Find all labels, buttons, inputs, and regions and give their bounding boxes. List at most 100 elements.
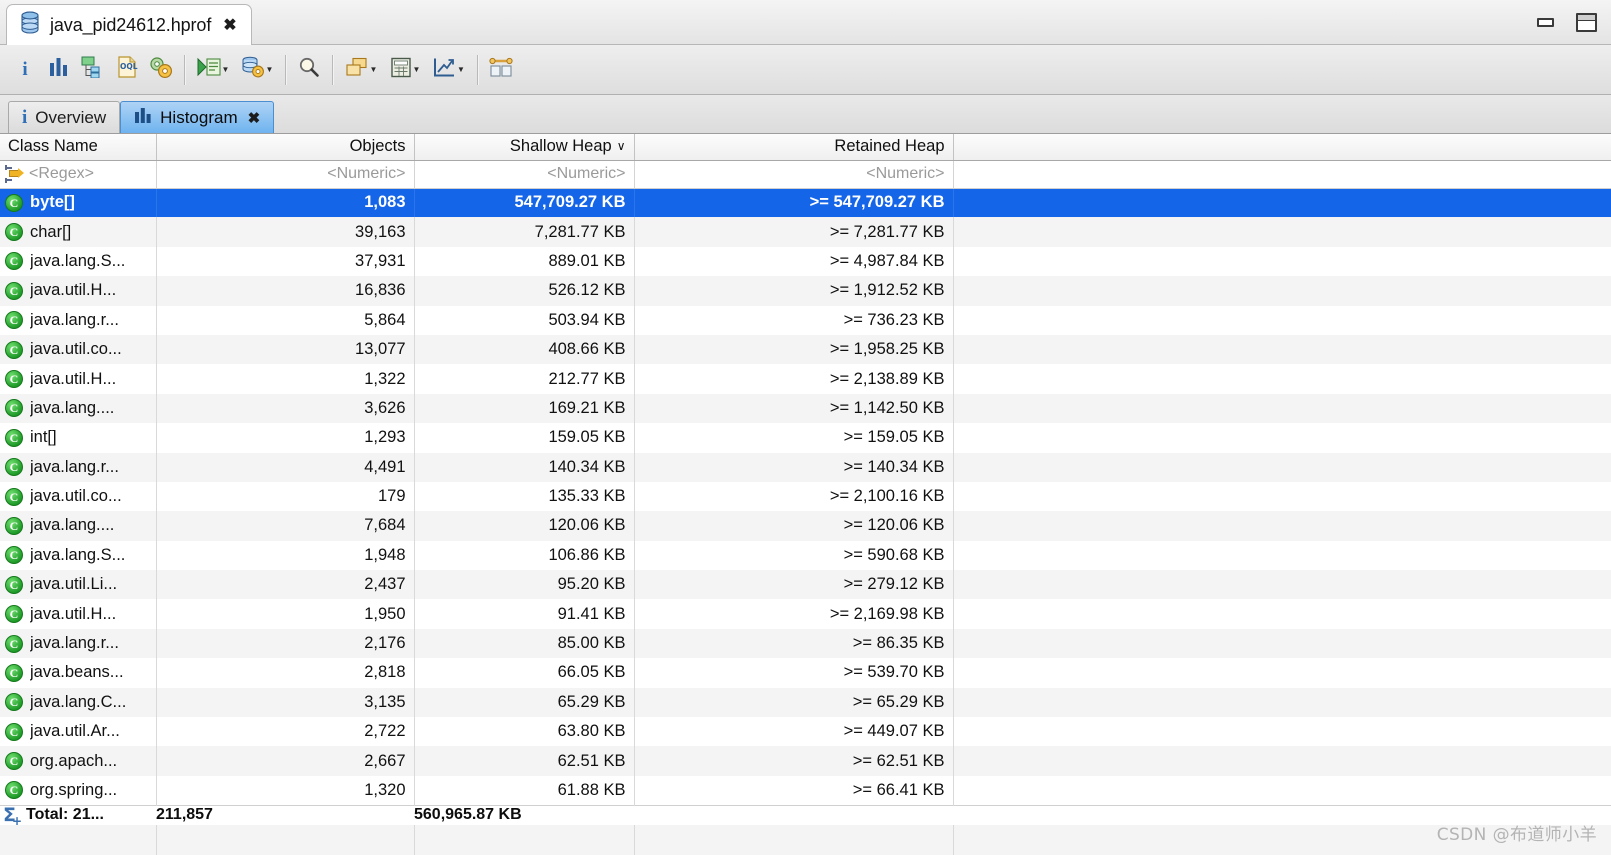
- class-name-text: int[]: [30, 428, 57, 447]
- empty-cell-filler: [953, 824, 1611, 855]
- cell-shallow-heap: 66.05 KB: [414, 658, 635, 688]
- chevron-down-icon[interactable]: ▼: [266, 65, 274, 74]
- filter-cell-class-name[interactable]: <Regex>: [0, 160, 157, 189]
- minimize-icon[interactable]: [1537, 18, 1554, 27]
- table-row[interactable]: Cjava.lang.S... 1,948 106.86 KB >= 590.68 K…: [0, 540, 1611, 571]
- class-name-text: java.lang.S...: [30, 545, 126, 564]
- table-row[interactable]: Corg.apach... 2,667 62.51 KB >= 62.51 KB: [0, 746, 1611, 776]
- tab-overview[interactable]: i Overview: [8, 101, 121, 133]
- maximize-icon[interactable]: [1576, 13, 1597, 32]
- table-row[interactable]: Cjava.lang.C... 3,135 65.29 KB >= 65.29 KB: [0, 687, 1611, 718]
- table-total-section: Σ + Total: 21... 211,857 560,965.87 KB: [0, 804, 1611, 855]
- cell-filler: [953, 217, 1611, 247]
- oql-icon: OQL: [116, 56, 138, 83]
- table-row[interactable]: Cjava.lang.S... 37,931 889.01 KB >= 4,987.8…: [0, 246, 1611, 277]
- filter-cell-shallow-heap[interactable]: <Numeric>: [414, 160, 635, 189]
- histogram-button[interactable]: [42, 51, 76, 89]
- table-row[interactable]: Cjava.util.H... 1,322 212.77 KB >= 2,138.89…: [0, 364, 1611, 394]
- chevron-down-icon[interactable]: ▼: [222, 65, 230, 74]
- column-header-retained-heap[interactable]: Retained Heap: [634, 134, 954, 161]
- column-header-objects[interactable]: Objects: [156, 134, 415, 161]
- table-row[interactable]: Cint[] 1,293 159.05 KB >= 159.05 KB: [0, 423, 1611, 453]
- tab-histogram[interactable]: Histogram ✖: [120, 101, 275, 133]
- cell-class-name: Corg.spring...: [0, 775, 157, 806]
- dominator-tree-icon: [81, 56, 105, 83]
- table-row[interactable]: Cjava.util.co... 13,077 408.66 KB >= 1,958.…: [0, 334, 1611, 365]
- table-row[interactable]: Cjava.util.co... 179 135.33 KB >= 2,100.16 …: [0, 481, 1611, 512]
- table-row[interactable]: Cbyte[] 1,083 547,709.27 KB >= 547,709.27 K…: [0, 188, 1611, 218]
- table-row[interactable]: Cjava.util.Ar... 2,722 63.80 KB >= 449.07 K…: [0, 717, 1611, 747]
- chevron-down-icon[interactable]: ▼: [413, 65, 421, 74]
- cell-objects: 1,083: [156, 188, 415, 218]
- java-class-icon: C: [5, 458, 23, 477]
- group-by-button[interactable]: ▼: [339, 51, 383, 89]
- heap-gear-icon: [241, 56, 265, 83]
- java-class-icon: C: [5, 370, 23, 389]
- cell-retained-heap: >= 539.70 KB: [634, 658, 954, 688]
- table-row[interactable]: Cjava.lang.... 3,626 169.21 KB >= 1,142.50 …: [0, 393, 1611, 424]
- cell-class-name: Cjava.util.co...: [0, 481, 157, 512]
- empty-cell-objects: [156, 824, 415, 855]
- table-row[interactable]: Cjava.lang.... 7,684 120.06 KB >= 120.06 KB: [0, 511, 1611, 541]
- cell-shallow-heap: 159.05 KB: [414, 423, 635, 453]
- class-name-text: org.spring...: [30, 780, 118, 799]
- cell-shallow-heap: 120.06 KB: [414, 511, 635, 541]
- cell-filler: [953, 570, 1611, 600]
- cell-retained-heap: >= 86.35 KB: [634, 628, 954, 659]
- table-row[interactable]: Cjava.util.H... 16,836 526.12 KB >= 1,912.5…: [0, 276, 1611, 306]
- column-header-shallow-heap[interactable]: Shallow Heap ∨: [414, 134, 635, 161]
- compare-button[interactable]: [484, 51, 518, 89]
- cell-filler: [953, 246, 1611, 277]
- class-name-text: java.util.co...: [30, 487, 122, 506]
- heap-dump-icon: [19, 11, 41, 40]
- class-name-text: java.util.Li...: [30, 575, 118, 594]
- table-total-row[interactable]: Σ + Total: 21... 211,857 560,965.87 KB: [0, 804, 1611, 827]
- dominator-tree-button[interactable]: [76, 51, 110, 89]
- cell-objects: 5,864: [156, 305, 415, 335]
- table-row[interactable]: Cjava.lang.r... 4,491 140.34 KB >= 140.34 K…: [0, 452, 1611, 482]
- cell-shallow-heap: 526.12 KB: [414, 276, 635, 306]
- cell-objects: 13,077: [156, 334, 415, 365]
- table-row[interactable]: Cjava.lang.r... 5,864 503.94 KB >= 736.23 K…: [0, 305, 1611, 335]
- java-class-icon: C: [5, 487, 23, 506]
- table-row[interactable]: Cjava.util.Li... 2,437 95.20 KB >= 279.12 K…: [0, 570, 1611, 600]
- java-class-icon: C: [5, 399, 23, 418]
- column-header-class-name[interactable]: Class Name: [0, 134, 157, 161]
- chevron-down-icon[interactable]: ▼: [370, 65, 378, 74]
- table-row[interactable]: Cjava.lang.r... 2,176 85.00 KB >= 86.35 KB: [0, 628, 1611, 659]
- table-row[interactable]: Cjava.beans... 2,818 66.05 KB >= 539.70 KB: [0, 658, 1611, 688]
- empty-cell-shallow: [414, 824, 635, 855]
- cell-retained-heap: >= 66.41 KB: [634, 775, 954, 806]
- calculator-icon: [390, 57, 412, 83]
- cell-retained-heap: >= 1,912.52 KB: [634, 276, 954, 306]
- class-name-text: java.util.H...: [30, 604, 117, 623]
- column-header-shallow-heap-label: Shallow Heap: [509, 137, 612, 156]
- table-row[interactable]: Cjava.util.H... 1,950 91.41 KB >= 2,169.98 …: [0, 599, 1611, 629]
- filter-cell-objects[interactable]: <Numeric>: [156, 160, 415, 189]
- cell-objects: 2,437: [156, 570, 415, 600]
- calculate-button[interactable]: ▼: [383, 51, 427, 89]
- class-name-text: java.lang....: [30, 398, 115, 417]
- info-icon: i: [22, 58, 28, 80]
- table-row[interactable]: Cchar[] 39,163 7,281.77 KB >= 7,281.77 KB: [0, 217, 1611, 247]
- cell-class-name: Cjava.util.H...: [0, 599, 157, 629]
- heap-dump-actions-button[interactable]: ▼: [235, 51, 279, 89]
- gears-icon: [149, 56, 173, 84]
- editor-tab-title: java_pid24612.hprof: [50, 15, 212, 35]
- cell-objects: 37,931: [156, 246, 415, 277]
- run-query-button[interactable]: ▼: [191, 51, 235, 89]
- chevron-down-icon[interactable]: ▼: [457, 65, 465, 74]
- find-button[interactable]: [292, 51, 326, 89]
- export-chart-button[interactable]: ▼: [427, 51, 471, 89]
- leak-suspects-button[interactable]: [144, 51, 178, 89]
- editor-tab-heap-dump[interactable]: java_pid24612.hprof ✖: [6, 4, 252, 46]
- filter-cell-retained-heap[interactable]: <Numeric>: [634, 160, 954, 189]
- magnifier-icon: [298, 56, 320, 83]
- table-row[interactable]: Corg.spring... 1,320 61.88 KB >= 66.41 KB: [0, 775, 1611, 806]
- svg-text:OQL: OQL: [120, 62, 138, 71]
- overview-info-button[interactable]: i: [8, 51, 42, 89]
- oql-button[interactable]: OQL: [110, 51, 144, 89]
- editor-tab-close-icon[interactable]: ✖: [223, 17, 236, 34]
- tab-histogram-close-icon[interactable]: ✖: [248, 109, 261, 127]
- cell-class-name: Cjava.lang.S...: [0, 246, 157, 277]
